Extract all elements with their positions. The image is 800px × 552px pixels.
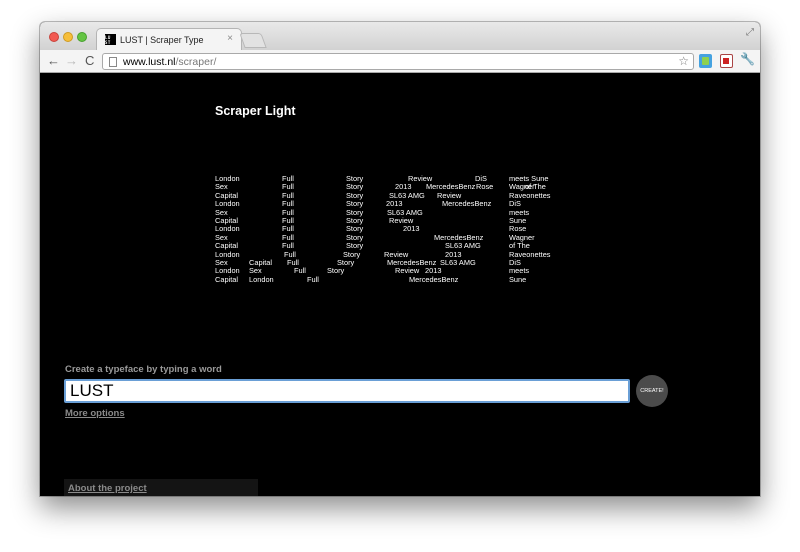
specimen-word: of The	[509, 241, 530, 251]
specimen-word: MercedesBenz	[442, 199, 492, 209]
about-project-link[interactable]: About the project	[68, 483, 147, 494]
specimen-word: DiS	[509, 199, 521, 209]
specimen-word: Capital	[215, 274, 239, 284]
page-icon	[109, 56, 117, 67]
more-options-link[interactable]: More options	[65, 408, 125, 419]
wrench-menu-icon[interactable]: 🔧	[740, 52, 755, 66]
typeface-title: Scraper Light	[215, 104, 296, 118]
specimen-word: SL63 AMG	[445, 241, 481, 251]
minimize-window-button[interactable]	[63, 32, 73, 42]
bookmark-star-icon[interactable]: ☆	[678, 54, 689, 68]
specimen-word: Full	[282, 241, 294, 251]
extension-icon[interactable]	[720, 54, 733, 68]
url-text: www.lust.nl/scraper/	[123, 56, 216, 68]
url-path: /scraper/	[175, 55, 217, 68]
url-host: www.lust.nl	[123, 55, 176, 68]
specimen-word: Full	[307, 274, 319, 284]
about-panel: About the project	[64, 479, 258, 496]
zoom-window-button[interactable]	[77, 32, 87, 42]
tab-bar: LU ST LUST | Scraper Type × ⤢	[40, 22, 760, 50]
extension-icon[interactable]	[699, 54, 712, 68]
specimen-word: London	[215, 199, 240, 209]
close-window-button[interactable]	[49, 32, 59, 42]
tab-lust-scraper[interactable]: LU ST LUST | Scraper Type ×	[96, 28, 242, 50]
specimen-word: Story	[346, 241, 364, 251]
specimen-word: Story	[327, 266, 345, 276]
specimen-word: 2013	[386, 199, 403, 209]
word-input[interactable]	[64, 379, 630, 403]
fullscreen-icon[interactable]: ⤢	[746, 27, 754, 38]
typeface-specimen: London Full Story Review DiS meets Sune Sex Ful…	[215, 175, 575, 295]
page-content: Scraper Light London Full Story Review DiS me…	[40, 74, 760, 496]
specimen-word: Full	[282, 199, 294, 209]
specimen-word: MercedesBenz	[409, 274, 459, 284]
specimen-word: Sune	[509, 274, 527, 284]
browser-window: LU ST LUST | Scraper Type × ⤢ ← → C www.…	[40, 22, 760, 496]
new-tab-button[interactable]	[239, 33, 267, 48]
specimen-word: London	[249, 274, 274, 284]
browser-toolbar: ← → C www.lust.nl/scraper/ ☆ 🔧	[40, 50, 760, 73]
specimen-word: Capital	[215, 241, 239, 251]
specimen-word: Rose	[476, 182, 494, 192]
create-button[interactable]: CREATE!	[636, 375, 668, 407]
forward-button[interactable]: →	[65, 53, 78, 69]
back-button[interactable]: ←	[47, 53, 60, 69]
specimen-word: Story	[346, 199, 364, 209]
reload-button[interactable]: C	[85, 53, 94, 69]
tab-title: LUST | Scraper Type	[120, 34, 204, 45]
specimen-word: 2013	[403, 224, 420, 234]
specimen-word: SL63 AMG	[440, 258, 476, 267]
create-prompt-label: Create a typeface by typing a word	[65, 364, 222, 375]
lust-favicon-icon: LU ST	[105, 34, 116, 45]
specimen-word: Full	[294, 266, 306, 276]
tab-close-icon[interactable]: ×	[227, 33, 233, 44]
address-bar[interactable]: www.lust.nl/scraper/ ☆	[102, 53, 694, 70]
